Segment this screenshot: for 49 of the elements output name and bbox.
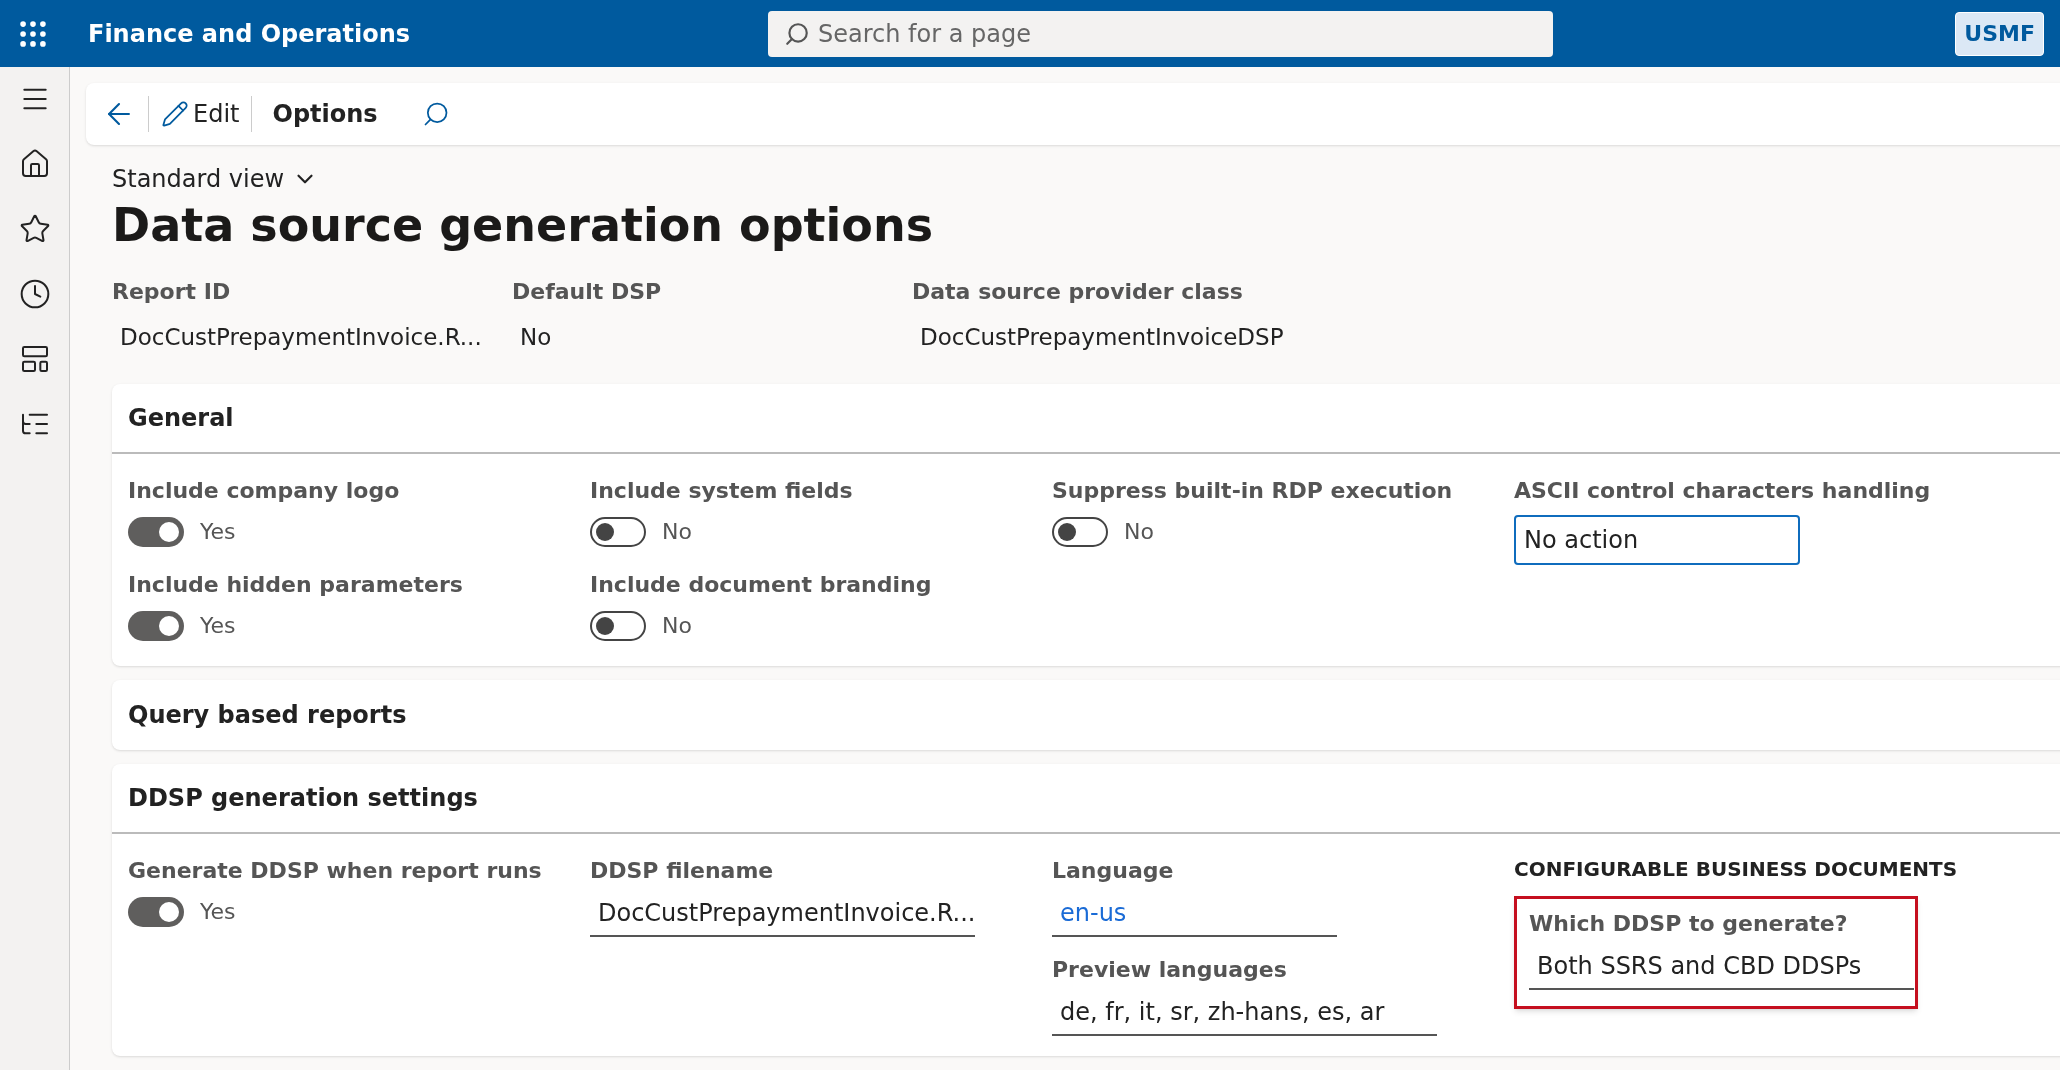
input-field[interactable]: Both SSRS and CBD DDSPs <box>1529 944 1914 990</box>
clock-icon[interactable] <box>18 278 51 310</box>
field-label: Report ID <box>112 277 232 306</box>
field-value: DocCustPrepaymentInvoice.R... <box>119 322 483 352</box>
pencil-icon <box>161 100 189 128</box>
toggle-value: No <box>662 612 692 640</box>
company-button[interactable]: USMF <box>1955 11 2044 56</box>
toggle-switch[interactable] <box>128 516 184 547</box>
edit-button[interactable]: Edit <box>161 96 240 132</box>
field-value: DocCustPrepaymentInvoiceDSP <box>919 322 1285 352</box>
toggle-switch[interactable] <box>128 610 184 641</box>
search-icon <box>784 20 810 47</box>
field-label: ASCII control characters handling <box>1514 477 1932 505</box>
toggle-value: Yes <box>200 612 236 640</box>
toggle-value: No <box>662 518 692 546</box>
toggle-value: Yes <box>200 518 236 546</box>
link-field[interactable]: en-us <box>1052 891 1337 937</box>
options-tab[interactable]: Options <box>264 96 386 132</box>
input-field[interactable]: de, fr, it, sr, zh-hans, es, ar <box>1052 990 1437 1036</box>
field-label: Preview languages <box>1052 956 1288 984</box>
toggle-value: No <box>1124 518 1154 546</box>
input-field[interactable]: DocCustPrepaymentInvoice.R... <box>590 891 975 937</box>
star-icon[interactable] <box>18 213 51 245</box>
field-label: Language <box>1052 857 1175 885</box>
field-label: Which DDSP to generate? <box>1529 910 1849 938</box>
field-label: Suppress built-in RDP execution <box>1052 477 1454 505</box>
field-label: DDSP filename <box>590 857 775 885</box>
section-header[interactable]: DDSP generation settings <box>112 764 2060 834</box>
field-label: Include hidden parameters <box>128 571 464 599</box>
toggle-value: Yes <box>200 898 236 926</box>
toggle-switch[interactable] <box>590 516 646 547</box>
field-label: Data source provider class <box>912 277 1244 306</box>
app-title: Finance and Operations <box>88 18 412 50</box>
section-header[interactable]: Query based reports <box>112 680 2060 750</box>
section-header[interactable]: General <box>112 384 2060 454</box>
select-field[interactable]: No action <box>1514 515 1800 565</box>
page-title: Data source generation options <box>112 197 935 254</box>
toggle-switch[interactable] <box>128 896 184 927</box>
toggle-switch[interactable] <box>590 610 646 641</box>
field-value: No <box>519 322 553 352</box>
field-label: Default DSP <box>512 277 663 306</box>
group-heading: CONFIGURABLE BUSINESS DOCUMENTS <box>1514 856 1958 883</box>
field-label: Include system fields <box>590 477 854 505</box>
search-field[interactable]: Search for a page <box>768 10 1553 57</box>
field-label: Include company logo <box>128 477 401 505</box>
view-selector[interactable]: Standard view <box>112 161 319 197</box>
toggle-switch[interactable] <box>1052 516 1108 547</box>
field-label: Generate DDSP when report runs <box>128 857 543 885</box>
field-label: Include document branding <box>590 571 933 599</box>
